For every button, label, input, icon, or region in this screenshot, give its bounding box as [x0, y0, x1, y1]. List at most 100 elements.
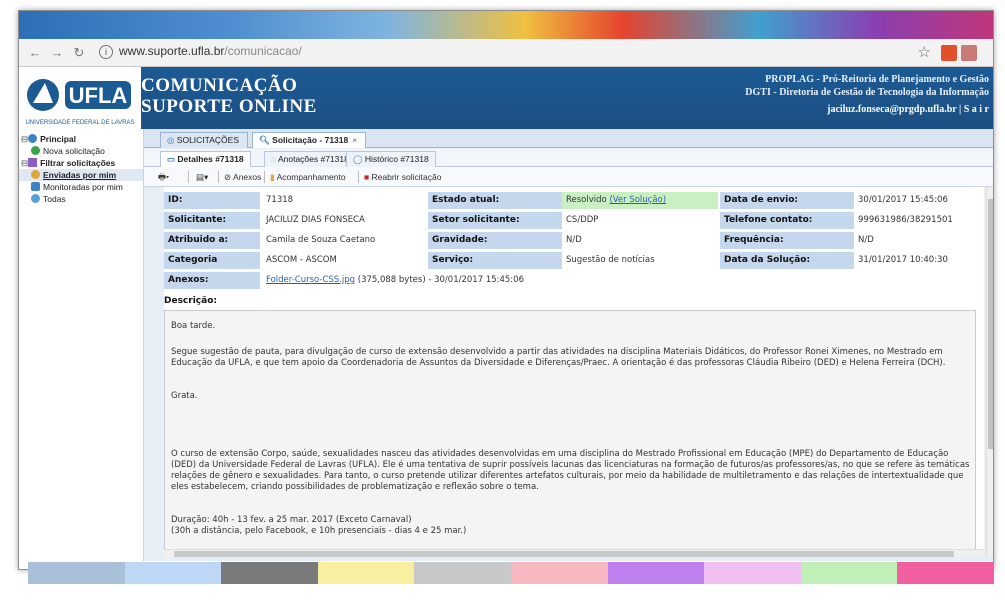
estado-text: Resolvido — [566, 195, 607, 205]
reabrir-button[interactable]: ■ Reabrir solicitação — [364, 170, 441, 184]
tab-bar: ◎ SOLICITAÇÕES 🔍︎ Solicitação - 71318 × — [144, 129, 993, 148]
back-icon[interactable]: ← — [27, 45, 43, 61]
anexos-label: Anexos — [233, 172, 262, 182]
color-block — [704, 562, 801, 584]
description-box[interactable]: Boa tarde. Segue sugestão de pauta, para… — [164, 310, 976, 552]
setor-value: CS/DDP — [566, 215, 599, 225]
tab-label: Solicitação - 71318 — [272, 135, 349, 145]
color-block — [317, 562, 415, 584]
sidebar-item-enviadas[interactable]: Enviadas por mim — [19, 169, 143, 181]
gravidade-value: N/D — [566, 235, 582, 245]
subtab-label: Detalhes #71318 — [177, 154, 244, 164]
sidebar-item-principal[interactable]: ⊟ Principal — [19, 133, 143, 145]
color-block — [607, 562, 705, 584]
sidebar-item-filtrar[interactable]: ⊟ Filtrar solicitações — [19, 157, 143, 169]
tab-solicitacao-71318[interactable]: 🔍︎ Solicitação - 71318 × — [252, 132, 367, 148]
proplag-line: PROPLAG - Pró-Reitoria de Planejamento e… — [765, 74, 989, 85]
reopen-icon: ■ — [364, 172, 370, 182]
vertical-scrollbar[interactable] — [986, 187, 993, 557]
details-icon: ▭ — [167, 154, 176, 164]
site-title: COMUNICAÇÃO SUPORTE ONLINE — [141, 75, 317, 117]
close-tab-icon[interactable]: × — [352, 135, 357, 145]
logo-wordmark: UFLA — [69, 83, 128, 108]
toolbar-separator — [358, 171, 359, 183]
subtab-label: Histórico #71318 — [364, 154, 429, 164]
telefone-label: Telefone contato: — [720, 212, 854, 229]
extension-icon[interactable] — [941, 45, 957, 61]
sidebar: ⊟ Principal Nova solicitação ⊟ Filtrar sol… — [19, 129, 144, 561]
color-block — [510, 562, 608, 584]
bookmark-star-icon[interactable]: ☆ — [918, 43, 931, 61]
tab-solicitacoes[interactable]: ◎ SOLICITAÇÕES — [160, 132, 248, 148]
color-block — [414, 562, 511, 584]
description-paragraph: Grata. — [171, 391, 198, 401]
description-paragraph: Boa tarde. — [171, 321, 216, 331]
sidebar-item-label: Nova solicitação — [43, 146, 105, 156]
ufla-logo[interactable]: UFLA UNIVERSIDADE FEDERAL DE LAVRAS — [19, 67, 141, 129]
subtab-detalhes[interactable]: ▭ Detalhes #71318 — [160, 151, 251, 167]
servico-label: Serviço: — [428, 252, 562, 269]
user-icon — [31, 170, 40, 179]
site-header: UFLA UNIVERSIDADE FEDERAL DE LAVRAS COMU… — [19, 67, 993, 129]
paperclip-icon: ⊘ — [224, 172, 232, 182]
horizontal-scrollbar[interactable] — [164, 549, 984, 557]
anexo-meta: (375,088 bytes) - 30/01/2017 15:45:06 — [355, 275, 524, 285]
color-block — [897, 562, 994, 584]
address-bar: ← → ↻ i www.suporte.ufla.br/comunicacao/ … — [19, 39, 993, 67]
id-value: 71318 — [266, 195, 294, 205]
subtab-historico[interactable]: ◯ Histórico #71318 — [346, 151, 436, 167]
solicitante-value: JACILUZ DIAS FONSECA — [266, 215, 365, 225]
sidebar-item-label: Filtrar solicitações — [40, 158, 116, 168]
description-paragraph: Duração: 40h - 13 fev. a 25 mar. 2017 (E… — [171, 515, 412, 525]
globe-icon — [31, 194, 40, 203]
list-icon: ◎ — [167, 135, 175, 145]
ver-solucao-link[interactable]: (Ver Solução) — [609, 195, 666, 205]
sidebar-item-nova-solicitacao[interactable]: Nova solicitação — [19, 145, 143, 157]
sidebar-item-monitoradas[interactable]: Monitoradas por mim — [19, 181, 143, 193]
toolbar: 🖶︎▾ ▤▾ ⊘ Anexos ▮ Acompanhamento ■ Reabr… — [144, 167, 993, 187]
color-block — [28, 562, 125, 584]
anexo-file-link[interactable]: Folder-Curso-CSS.jpg — [266, 275, 355, 285]
site-title-line2: SUPORTE ONLINE — [141, 96, 317, 117]
print-icon[interactable]: 🖶︎▾ — [158, 170, 169, 184]
add-circle-icon — [31, 146, 40, 155]
forward-icon[interactable]: → — [49, 45, 65, 61]
follow-icon: ▮ — [270, 172, 275, 182]
subtab-label: Anotações #71318 — [277, 154, 349, 164]
extension-icon-2[interactable] — [961, 45, 977, 61]
sidebar-item-label: Principal — [40, 134, 77, 144]
categoria-value: ASCOM - ASCOM — [266, 255, 337, 265]
info-icon[interactable]: i — [99, 45, 113, 59]
toolbar-separator — [188, 171, 189, 183]
browser-title-strip — [19, 11, 993, 39]
detail-subtabs: ▭ Detalhes #71318 ◌ Anotações #71318 ◯ H… — [144, 149, 993, 167]
solicitante-label: Solicitante: — [164, 212, 260, 229]
anexos-button[interactable]: ⊘ Anexos — [224, 170, 261, 184]
scrollbar-thumb[interactable] — [174, 551, 954, 557]
acompanhamento-button[interactable]: ▮ Acompanhamento — [270, 170, 346, 184]
servico-value: Sugestão de notícias — [566, 255, 655, 265]
tab-label: SOLICITAÇÕES — [176, 135, 239, 145]
sidebar-item-label: Todas — [43, 194, 66, 204]
scrollbar-thumb[interactable] — [988, 199, 993, 449]
comment-icon: ◌ — [271, 154, 277, 164]
solucao-label: Data da Solução: — [720, 252, 854, 269]
estado-label: Estado atual: — [428, 192, 562, 209]
description-paragraph: (30h a distância, pelo Facebook, e 10h p… — [171, 526, 467, 536]
subtab-anotacoes[interactable]: ◌ Anotações #71318 — [264, 151, 356, 167]
atribuido-label: Atribuido a: — [164, 232, 260, 249]
attach-menu-icon[interactable]: ▤▾ — [196, 170, 208, 184]
ufla-logo-mark: UFLA — [27, 79, 131, 111]
history-icon: ◯ — [353, 154, 363, 164]
filter-icon — [28, 158, 38, 167]
url-field[interactable]: i www.suporte.ufla.br/comunicacao/ — [99, 44, 302, 59]
sidebar-item-todas[interactable]: Todas — [19, 193, 143, 205]
atribuido-value: Camila de Souza Caetano — [266, 235, 376, 245]
toolbar-separator — [264, 171, 265, 183]
dgti-line: DGTI - Diretoria de Gestão de Tecnologia… — [745, 87, 989, 98]
url-host: www.suporte.ufla.br — [119, 44, 225, 58]
url-path: /comunicacao/ — [224, 44, 302, 58]
site-title-line1: COMUNICAÇÃO — [141, 75, 298, 96]
user-logout[interactable]: jaciluz.fonseca@prgdp.ufla.br | S a i r — [745, 103, 989, 116]
reload-icon[interactable]: ↻ — [71, 45, 87, 61]
